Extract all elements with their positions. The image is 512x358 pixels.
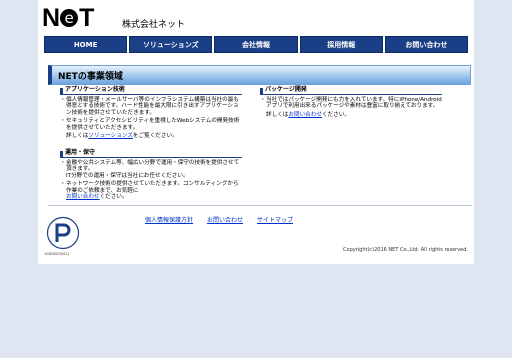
nav-contact[interactable]: お問い合わせ: [384, 36, 469, 53]
operation-bullet-1b-text: IT分野での運用・保守は当社にお任せください。: [66, 172, 189, 179]
package-heading: パッケージ開発: [260, 86, 442, 95]
nav-solutions[interactable]: ソリューションズ: [129, 36, 213, 53]
nav-company[interactable]: 会社情報: [214, 36, 298, 53]
copyright: Copyright(c)2016 NET Co.,Ltd. All rights…: [343, 247, 468, 253]
footer-privacy-link[interactable]: 個人情報保護方針: [145, 215, 193, 224]
page-title: NETの事業領域: [58, 71, 123, 82]
application-bullet-1: 個人情報管理・メールサーバ等のインフラシステム構築は当社の最も得意とする技術です…: [60, 97, 242, 117]
operation-link-suffix: ください。: [99, 194, 128, 200]
footer-sitemap-link[interactable]: サイトマップ: [257, 215, 293, 224]
logo-letter-t: T: [79, 3, 94, 32]
operation-bullet-2: ネットワーク技術の提供させていただきます。コンサルティングから作業のご依頼まで、…: [60, 181, 242, 201]
footer-divider: [48, 205, 472, 206]
privacy-mark-number: 10820000(01): [44, 252, 69, 256]
page-banner: NETの事業領域: [48, 65, 471, 85]
operation-bullet-1-text: 金融や公共システム等、幅広い分野で運用・保守の技術を提供させて頂きます。: [66, 159, 240, 173]
operation-bullet-1: 金融や公共システム等、幅広い分野で運用・保守の技術を提供させて頂きます。IT分野…: [60, 160, 242, 180]
page-container: NeT 株式会社ネット HOME ソリューションズ 会社情報 採用情報 お問い合…: [38, 0, 474, 264]
package-contact-link[interactable]: お問い合わせ: [288, 112, 322, 118]
logo[interactable]: NeT: [42, 3, 94, 32]
logo-letter-e: e: [60, 9, 79, 27]
main-nav: HOME ソリューションズ 会社情報 採用情報 お問い合わせ: [44, 36, 469, 53]
operation-contact-link[interactable]: お問い合わせ: [66, 194, 100, 200]
company-name: 株式会社ネット: [122, 20, 186, 30]
logo-letter-n: N: [42, 3, 60, 32]
operation-section: 運用・保守 金融や公共システム等、幅広い分野で運用・保守の技術を提供させて頂きま…: [60, 149, 242, 203]
package-detail: 詳しくはお問い合わせください。: [260, 112, 442, 119]
application-detail-prefix: 詳しくは: [66, 133, 89, 139]
application-section: アプリケーション技術 個人情報管理・メールサーバ等のインフラシステム構築は当社の…: [60, 86, 242, 140]
footer-links: 個人情報保護方針 お問い合わせ サイトマップ: [145, 215, 293, 224]
application-detail: 詳しくはソリューションズをご覧ください。: [60, 133, 242, 140]
privacy-mark-icon: [46, 216, 80, 250]
solutions-link[interactable]: ソリューションズ: [88, 133, 133, 139]
package-bullet-1: 当社ではパッケージ開発にも力を入れています。特にiPhone/Androidアプ…: [260, 97, 442, 110]
package-section: パッケージ開発 当社ではパッケージ開発にも力を入れています。特にiPhone/A…: [260, 86, 442, 119]
nav-recruit[interactable]: 採用情報: [299, 36, 383, 53]
nav-home[interactable]: HOME: [44, 36, 128, 53]
package-detail-prefix: 詳しくは: [266, 111, 289, 118]
application-detail-suffix: をご覧ください。: [132, 133, 178, 139]
package-detail-suffix: ください。: [321, 111, 350, 118]
footer-contact-link[interactable]: お問い合わせ: [207, 215, 243, 224]
application-bullet-2: セキュリティとアクセシビリティを重視したWebシステムの開発技術を提供させていた…: [60, 118, 242, 131]
operation-bullet-2-text: ネットワーク技術の提供させていただきます。コンサルティングから作業のご依頼まで、…: [66, 181, 239, 194]
operation-heading: 運用・保守: [60, 149, 242, 158]
application-heading: アプリケーション技術: [60, 86, 242, 95]
